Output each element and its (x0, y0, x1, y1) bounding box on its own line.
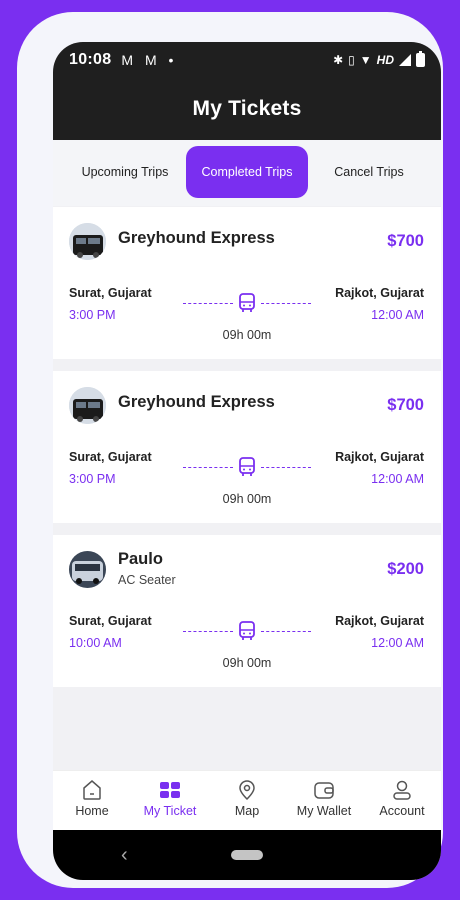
ticket-card[interactable]: Paulo AC Seater $200 Surat, Gujarat Rajk… (53, 535, 441, 687)
bluetooth-icon: ✱ (333, 53, 344, 67)
ticket-list: Greyhound Express $700 Surat, Gujarat Ra… (53, 206, 441, 770)
nav-account[interactable]: Account (363, 779, 441, 818)
back-icon[interactable]: ‹ (121, 842, 128, 868)
tab-completed-trips[interactable]: Completed Trips (186, 146, 308, 198)
wallet-icon (314, 782, 334, 799)
seat-type: AC Seater (118, 573, 176, 587)
nav-my-wallet[interactable]: My Wallet (285, 779, 363, 818)
signal-icon (399, 54, 411, 66)
bus-photo-avatar (69, 551, 106, 588)
nav-map[interactable]: Map (208, 779, 286, 818)
nav-home[interactable]: Home (53, 779, 131, 818)
arrival-time: 12:00 AM (371, 308, 424, 322)
ticket-price: $700 (387, 232, 424, 250)
ticket-price: $200 (387, 560, 424, 578)
status-time: 10:08 (69, 51, 112, 68)
ticket-card[interactable]: Greyhound Express $700 Surat, Gujarat Ra… (53, 207, 441, 359)
home-gesture-pill[interactable] (231, 850, 263, 860)
nav-label-account: Account (379, 804, 425, 818)
departure-time: 3:00 PM (69, 308, 116, 322)
bus-icon (239, 621, 255, 640)
app-header: My Tickets (53, 78, 441, 140)
map-pin-icon (239, 780, 255, 801)
user-icon (393, 780, 411, 800)
arrival-time: 12:00 AM (371, 636, 424, 650)
arrival-time: 12:00 AM (371, 472, 424, 486)
departure-time: 3:00 PM (69, 472, 116, 486)
trip-duration: 09h 00m (222, 492, 272, 506)
ticket-price: $700 (387, 396, 424, 414)
ticket-icon (160, 782, 180, 798)
status-bar: 10:08 M M • ✱ ▯ ▼ HD (53, 42, 441, 78)
phone-frame: 10:08 M M • ✱ ▯ ▼ HD My Tickets Upcoming… (17, 12, 443, 888)
trip-duration: 09h 00m (222, 328, 272, 342)
vibrate-icon: ▯ (348, 53, 355, 67)
origin-city: Surat, Gujarat (69, 286, 152, 300)
nav-my-ticket[interactable]: My Ticket (131, 779, 209, 818)
ticket-card[interactable]: Greyhound Express $700 Surat, Gujarat Ra… (53, 371, 441, 523)
destination-city: Rajkot, Gujarat (335, 286, 424, 300)
origin-city: Surat, Gujarat (69, 614, 152, 628)
system-navigation-bar: ‹ (53, 830, 441, 880)
bus-icon (239, 293, 255, 312)
departure-time: 10:00 AM (69, 636, 122, 650)
nav-label-home: Home (75, 804, 109, 818)
app-screen: 10:08 M M • ✱ ▯ ▼ HD My Tickets Upcoming… (53, 42, 441, 880)
origin-city: Surat, Gujarat (69, 450, 152, 464)
bus-photo-avatar (69, 387, 106, 424)
operator-name: Greyhound Express (118, 229, 275, 247)
destination-city: Rajkot, Gujarat (335, 450, 424, 464)
operator-name: Paulo (118, 550, 163, 568)
nav-label-map: Map (234, 804, 260, 818)
operator-name: Greyhound Express (118, 393, 275, 411)
network-type: HD (376, 53, 394, 67)
route-line (183, 621, 311, 641)
bus-photo-avatar (69, 223, 106, 260)
route-line (183, 457, 311, 477)
destination-city: Rajkot, Gujarat (335, 614, 424, 628)
nav-label-my-ticket: My Ticket (143, 804, 197, 818)
nav-label-my-wallet: My Wallet (296, 804, 352, 818)
home-icon (83, 780, 101, 800)
battery-icon (416, 51, 425, 67)
trip-duration: 09h 00m (222, 656, 272, 670)
page-title: My Tickets (192, 97, 302, 120)
notification-icons: M M • (121, 52, 178, 68)
tab-cancel-trips[interactable]: Cancel Trips (317, 146, 421, 198)
route-line (183, 293, 311, 313)
trip-tabs: Upcoming Trips Completed Trips Cancel Tr… (53, 140, 441, 206)
bottom-nav: Home My Ticket Map My Wallet Account (53, 770, 441, 830)
tab-upcoming-trips[interactable]: Upcoming Trips (73, 146, 177, 198)
wifi-icon: ▼ (359, 53, 372, 67)
status-icons: ✱ ▯ ▼ HD (333, 51, 425, 67)
bus-icon (239, 457, 255, 476)
